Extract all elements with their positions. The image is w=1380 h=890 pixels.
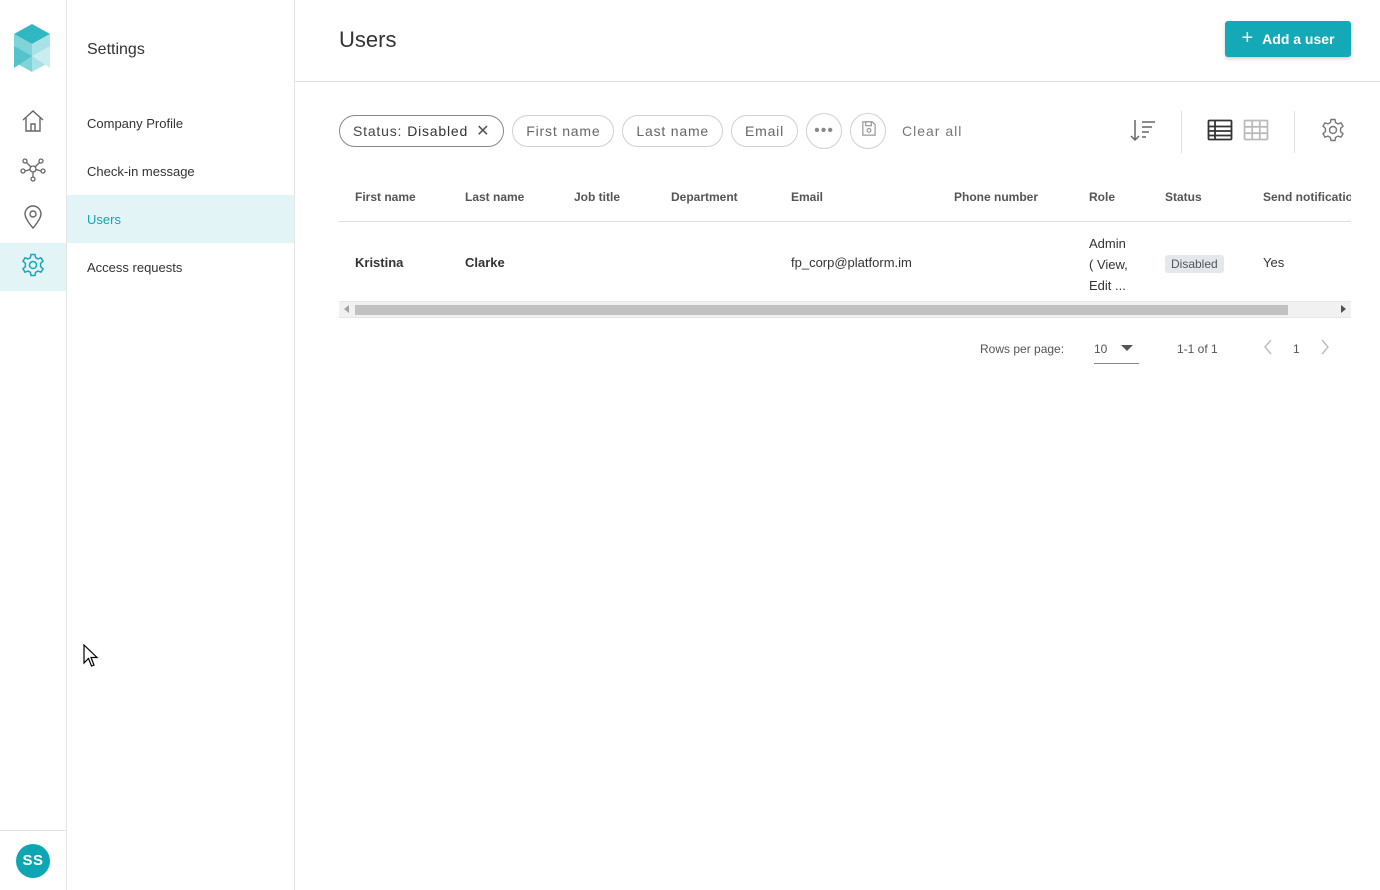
grid-view-icon <box>1243 119 1269 146</box>
save-icon <box>860 120 877 142</box>
filter-value: Disabled <box>407 123 469 139</box>
nav-item-label: Check-in message <box>87 163 195 179</box>
first-name-filter-chip[interactable]: First name <box>512 115 615 147</box>
column-header-job-title[interactable]: Job title <box>574 190 620 204</box>
rail-home-button[interactable] <box>0 99 66 147</box>
table-header: First name Last name Job title Departmen… <box>339 175 1351 222</box>
column-header-status[interactable]: Status <box>1165 190 1202 204</box>
table-view-icon <box>1207 119 1233 146</box>
pagination-range: 1-1 of 1 <box>1177 342 1218 356</box>
settings-nav: Settings Company Profile Check-in messag… <box>67 0 295 890</box>
rows-per-page-value: 10 <box>1094 342 1108 356</box>
close-icon[interactable]: ✕ <box>476 121 490 141</box>
page-header: Users + Add a user <box>295 0 1380 82</box>
nav-item-label: Access requests <box>87 259 183 275</box>
column-header-department[interactable]: Department <box>671 190 738 204</box>
settings-nav-title: Settings <box>87 41 145 58</box>
column-header-send-notification[interactable]: Send notificatio <box>1263 190 1351 204</box>
rail-footer: SS <box>0 830 66 890</box>
cell-role: Admin ( View, Edit ... <box>1089 236 1128 293</box>
scroll-right-arrow-icon[interactable] <box>1341 305 1346 313</box>
rail-settings-button[interactable] <box>0 243 66 291</box>
cell-email: fp_corp@platform.im <box>791 255 912 270</box>
current-page: 1 <box>1293 342 1300 356</box>
avatar[interactable]: SS <box>16 843 50 878</box>
clear-all-button[interactable]: Clear all <box>902 123 962 139</box>
column-header-role[interactable]: Role <box>1089 190 1115 204</box>
add-user-button[interactable]: + Add a user <box>1225 21 1351 57</box>
status-filter-chip[interactable]: Status: Disabled ✕ <box>339 115 505 147</box>
toolbar-divider <box>1181 111 1182 153</box>
rail-network-button[interactable] <box>0 147 66 195</box>
horizontal-scrollbar[interactable] <box>339 301 1351 318</box>
plus-icon: + <box>1241 27 1254 49</box>
column-header-last-name[interactable]: Last name <box>465 190 524 204</box>
users-table: First name Last name Job title Departmen… <box>339 175 1351 319</box>
cell-first-name: Kristina <box>355 255 404 270</box>
status-badge: Disabled <box>1165 255 1224 273</box>
chevron-left-icon <box>1263 338 1273 361</box>
rail-location-button[interactable] <box>0 195 66 243</box>
nav-item-users[interactable]: Users <box>67 195 294 243</box>
nav-item-access-requests[interactable]: Access requests <box>67 243 294 291</box>
sort-icon <box>1129 116 1157 149</box>
email-filter-chip[interactable]: Email <box>731 115 799 147</box>
column-header-phone-number[interactable]: Phone number <box>954 190 1038 204</box>
table-row[interactable]: Kristina Clarke fp_corp@platform.im Admi… <box>339 222 1351 302</box>
column-header-first-name[interactable]: First name <box>355 190 416 204</box>
page-title: Users <box>339 27 397 52</box>
list-view-button[interactable] <box>1206 118 1234 146</box>
mouse-cursor-icon <box>83 643 99 668</box>
more-horizontal-icon: ••• <box>814 122 834 139</box>
nav-item-label: Users <box>87 211 121 227</box>
icon-rail: SS <box>0 0 67 890</box>
cell-send-notification: Yes <box>1263 255 1285 270</box>
caret-down-icon <box>1121 345 1133 351</box>
gear-icon <box>20 252 46 283</box>
column-header-email[interactable]: Email <box>791 190 823 204</box>
brand-logo[interactable] <box>14 24 50 72</box>
home-icon <box>20 108 46 139</box>
scroll-left-arrow-icon[interactable] <box>344 305 349 313</box>
scrollbar-thumb[interactable] <box>355 305 1288 315</box>
last-name-filter-chip[interactable]: Last name <box>622 115 723 147</box>
gear-icon <box>1320 117 1346 148</box>
toolbar-divider <box>1294 111 1295 153</box>
grid-view-button[interactable] <box>1242 118 1270 146</box>
location-pin-icon <box>20 204 46 235</box>
rows-per-page-label: Rows per page: <box>980 342 1065 356</box>
more-filters-button[interactable]: ••• <box>806 113 843 149</box>
sort-button[interactable] <box>1129 118 1157 146</box>
rows-per-page-select[interactable]: 10 <box>1094 334 1139 364</box>
table-settings-button[interactable] <box>1319 118 1347 146</box>
nav-item-label: Company Profile <box>87 115 184 131</box>
previous-page-button[interactable] <box>1258 338 1278 360</box>
filter-key: Status: <box>353 123 403 139</box>
nav-item-check-in-message[interactable]: Check-in message <box>67 147 294 195</box>
next-page-button[interactable] <box>1315 338 1335 360</box>
nav-item-company-profile[interactable]: Company Profile <box>67 99 294 147</box>
main-content: Users + Add a user Status: Disabled ✕ Fi… <box>295 0 1380 890</box>
add-user-label: Add a user <box>1262 31 1335 47</box>
save-filter-button[interactable] <box>850 113 887 149</box>
chevron-right-icon <box>1320 338 1330 361</box>
filter-bar: Status: Disabled ✕ First name Last name … <box>339 113 962 149</box>
cell-last-name: Clarke <box>465 255 505 270</box>
network-icon <box>20 156 46 187</box>
